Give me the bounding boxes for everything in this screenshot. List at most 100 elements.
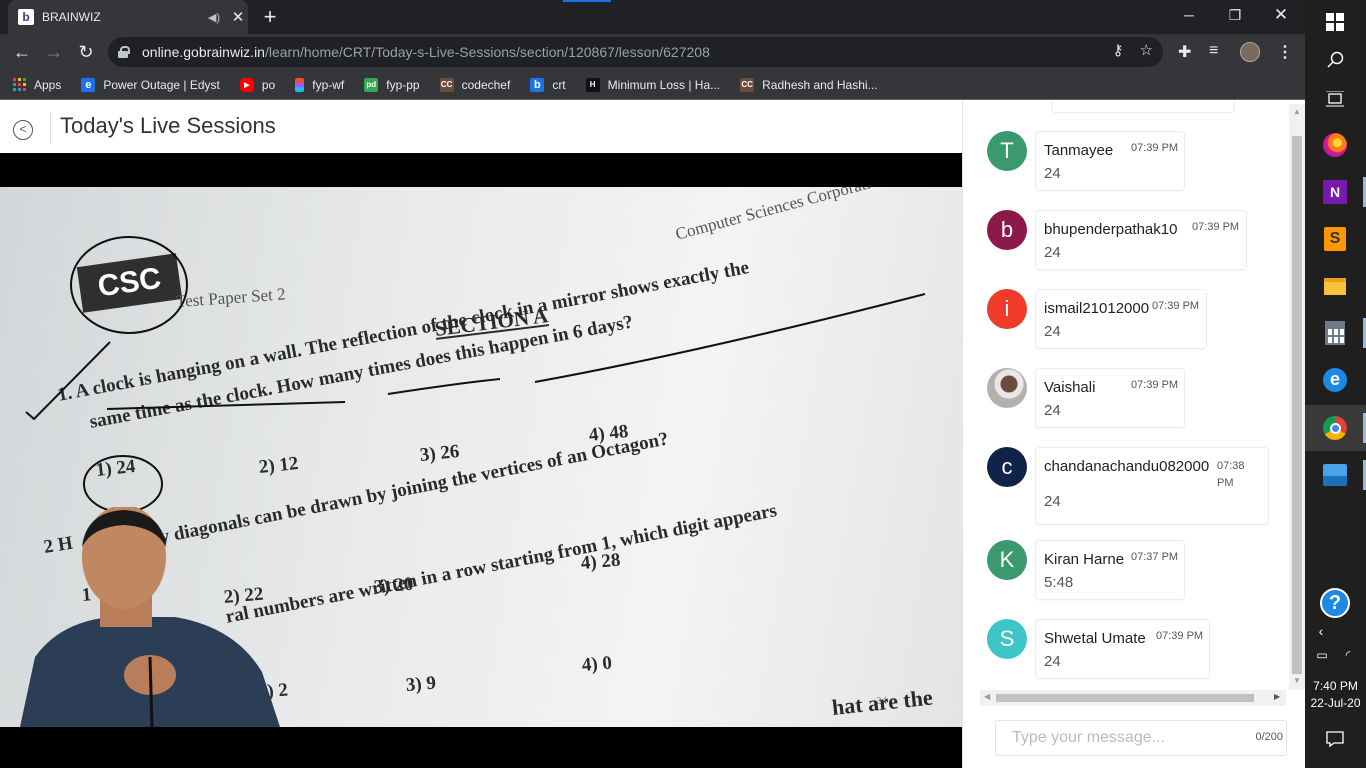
task-view-icon[interactable]	[1322, 86, 1348, 112]
scroll-left-arrow-icon[interactable]: ◀	[984, 692, 990, 701]
message-bubble: chandanachandu082000 07:38 PM 24	[1035, 447, 1269, 525]
bookmark-label: fyp-pp	[386, 77, 420, 92]
bookmark-hackerrank[interactable]: H Minimum Loss | Ha...	[585, 77, 721, 92]
bookmark-po[interactable]: ▶ po	[239, 77, 276, 92]
pd-icon: pd	[364, 77, 379, 92]
message-time: 07:39 PM	[1152, 300, 1200, 312]
video-frame: CSC Computer Sciences Corporatio Test Pa…	[0, 187, 962, 727]
reload-button[interactable]: ↻	[74, 40, 98, 64]
previous-message-bubble	[1051, 100, 1235, 113]
chrome-icon[interactable]	[1322, 415, 1348, 441]
bookmark-fyp-pp[interactable]: pd fyp-pp	[364, 77, 420, 92]
bookmark-codechef[interactable]: CC codechef	[439, 77, 511, 92]
scroll-down-arrow-icon[interactable]: ▼	[1293, 676, 1301, 685]
chevron-left-icon[interactable]: ‹	[1308, 618, 1334, 644]
chat-horizontal-scrollbar[interactable]: ◀ ▶	[980, 690, 1286, 706]
chat-message: S Shwetal Umate 07:39 PM 24	[987, 619, 1279, 689]
sublime-text-icon[interactable]: S	[1322, 226, 1348, 252]
back-button[interactable]: ←	[10, 40, 34, 64]
photos-icon[interactable]	[1322, 462, 1348, 488]
profile-avatar[interactable]	[1240, 42, 1260, 62]
chat-message: T Tanmayee 07:39 PM 24	[987, 131, 1279, 201]
bookmark-apps[interactable]: Apps	[12, 78, 61, 92]
battery-icon[interactable]: ▭	[1309, 642, 1335, 668]
media-control-icon[interactable]: ≡	[1209, 42, 1218, 60]
clock-date: 22-Jul-20	[1310, 696, 1361, 710]
message-bubble: bhupenderpathak10 07:39 PM 24	[1035, 210, 1247, 270]
scrollbar-thumb[interactable]	[1292, 136, 1302, 674]
chat-message-input[interactable]	[996, 721, 1226, 755]
bookmark-radhesh[interactable]: CC Radhesh and Hashi...	[740, 77, 878, 92]
extensions-puzzle-icon[interactable]: ✚	[1178, 42, 1191, 62]
lock-icon[interactable]	[118, 46, 130, 58]
video-player[interactable]: CSC Computer Sciences Corporatio Test Pa…	[0, 153, 962, 768]
new-tab-button[interactable]: +	[258, 4, 282, 30]
message-time: 07:39 PM	[1131, 142, 1179, 154]
browser-toolbar: ← → ↻ online.gobrainwiz.in/learn/home/CR…	[0, 34, 1305, 70]
speaker-icon[interactable]: ◀)	[208, 11, 220, 24]
header-divider	[50, 112, 51, 144]
message-text: 24	[1044, 323, 1061, 340]
browser-tab[interactable]: b BRAINWIZ ◀) ✕	[8, 0, 248, 34]
scroll-up-arrow-icon[interactable]: ▲	[1293, 107, 1301, 116]
back-circle-icon[interactable]: <	[13, 120, 33, 140]
bookmark-label: Minimum Loss | Ha...	[607, 77, 721, 92]
url-host: online.gobrainwiz.in	[142, 44, 265, 60]
apps-grid-icon	[12, 77, 26, 92]
user-avatar: S	[987, 619, 1027, 659]
search-icon[interactable]	[1322, 47, 1348, 73]
wifi-icon[interactable]: ◜	[1335, 642, 1361, 668]
star-icon[interactable]: ☆	[1140, 41, 1153, 59]
message-bubble: ismail21012000 07:39 PM 24	[1035, 289, 1207, 349]
forward-button[interactable]: →	[42, 40, 66, 64]
brainwiz-favicon-icon: b	[18, 9, 34, 25]
chat-vertical-scrollbar[interactable]: ▲ ▼	[1289, 104, 1305, 690]
figma-icon	[295, 77, 305, 92]
calculator-icon[interactable]	[1322, 320, 1348, 346]
message-bubble: Vaishali 07:39 PM 24	[1035, 368, 1185, 428]
help-icon[interactable]: ?	[1319, 587, 1351, 619]
scrollbar-thumb[interactable]	[996, 694, 1254, 702]
chat-message: b bhupenderpathak10 07:39 PM 24	[987, 210, 1279, 280]
chat-panel: T Tanmayee 07:39 PM 24 b bhupenderpathak…	[962, 100, 1305, 768]
message-time: 07:39 PM	[1156, 630, 1204, 642]
windows-start-icon[interactable]	[1322, 9, 1348, 35]
message-text: 5:48	[1044, 574, 1074, 591]
firefox-icon[interactable]	[1322, 132, 1348, 158]
message-bubble: Kiran Harne 07:37 PM 5:48	[1035, 540, 1185, 600]
chat-message: K Kiran Harne 07:37 PM 5:48	[987, 540, 1279, 610]
bookmark-fyp-wf[interactable]: fyp-wf	[295, 77, 344, 92]
menu-kebab-icon[interactable]: ⋮	[1277, 42, 1293, 62]
message-time: 07:38 PM	[1217, 460, 1245, 489]
page-header: < Today's Live Sessions	[0, 100, 962, 153]
drag-indicator	[563, 0, 611, 2]
bookmark-label: po	[261, 77, 276, 92]
close-tab-icon[interactable]: ✕	[228, 8, 248, 26]
chat-message: i ismail21012000 07:39 PM 24	[987, 289, 1279, 359]
onenote-icon[interactable]: N	[1322, 179, 1348, 205]
key-icon[interactable]: ⚷	[1113, 41, 1124, 59]
message-time: 07:39 PM	[1131, 379, 1179, 391]
close-window-button[interactable]: ✕	[1258, 0, 1304, 32]
system-clock[interactable]: 7:40 PM 22-Jul-20	[1305, 678, 1366, 712]
action-center-icon[interactable]	[1322, 726, 1348, 752]
tab-strip: b BRAINWIZ ◀) ✕ + ─ ❐ ✕	[0, 0, 1305, 34]
file-explorer-icon[interactable]	[1322, 273, 1348, 299]
char-counter: 0/200	[1255, 731, 1283, 743]
user-avatar: K	[987, 540, 1027, 580]
message-text: 24	[1044, 244, 1061, 261]
bookmark-edyst[interactable]: e Power Outage | Edyst	[81, 77, 220, 92]
user-photo-avatar	[987, 368, 1027, 408]
bookmark-label: Apps	[34, 77, 62, 92]
bookmark-crt[interactable]: b crt	[530, 77, 566, 92]
message-text: 24	[1044, 165, 1061, 182]
edge-icon[interactable]: e	[1322, 367, 1348, 393]
edge-e-icon: e	[81, 77, 96, 92]
user-avatar: i	[987, 289, 1027, 329]
minimize-button[interactable]: ─	[1166, 0, 1212, 32]
scroll-right-arrow-icon[interactable]: ▶	[1274, 692, 1280, 701]
address-bar[interactable]: online.gobrainwiz.in/learn/home/CRT/Toda…	[108, 37, 1163, 67]
bookmark-label: codechef	[461, 77, 511, 92]
restore-button[interactable]: ❐	[1212, 0, 1258, 32]
chat-message-list[interactable]: T Tanmayee 07:39 PM 24 b bhupenderpathak…	[979, 100, 1279, 690]
